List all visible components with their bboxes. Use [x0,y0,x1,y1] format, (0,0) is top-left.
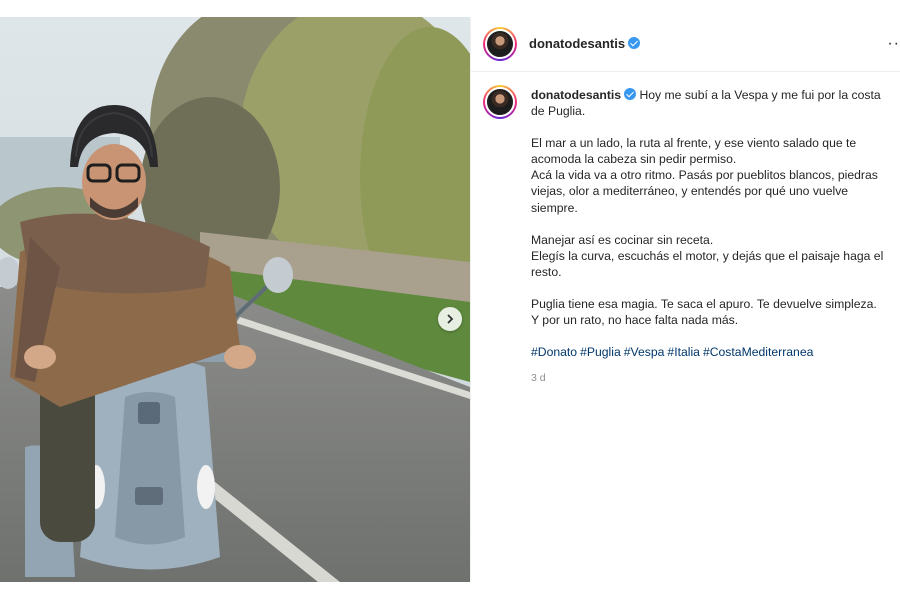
chevron-right-icon [447,314,454,324]
post-details-panel: donatodesantis ·· donatodesantis Hoy me … [471,17,900,582]
header-username-row: donatodesantis [529,36,641,51]
hashtag-link[interactable]: #Italia [667,345,700,359]
hashtag-link[interactable]: #Puglia [580,345,621,359]
caption-username[interactable]: donatodesantis [531,88,621,102]
next-photo-button[interactable] [438,307,462,331]
post-caption: donatodesantis Hoy me subí a la Vespa y … [531,87,889,386]
header-username[interactable]: donatodesantis [529,36,625,51]
verified-badge-icon [628,37,641,49]
caption-paragraph: Manejar así es cocinar sin receta. Elegí… [531,232,884,279]
caption-avatar[interactable] [483,85,517,119]
post-timestamp[interactable]: 3 d [531,370,889,386]
hashtag-link[interactable]: #CostaMediterranea [703,345,813,359]
hashtag-link[interactable]: #Vespa [624,345,665,359]
hashtag-link[interactable]: #Donato [531,345,577,359]
post-header: donatodesantis ·· [471,17,900,72]
caption-avatar-image [485,87,515,117]
more-horizontal-icon[interactable]: ·· [887,35,900,53]
caption-paragraph: Puglia tiene esa magia. Te saca el apuro… [531,296,877,328]
scooter-photo-illustration [0,17,470,582]
hashtags-row: #Donato #Puglia #Vespa #Italia #CostaMediter… [531,344,889,360]
caption-verified-badge-icon [624,88,637,100]
caption-paragraph: El mar a un lado, la ruta al frente, y e… [531,136,878,215]
avatar-image [485,29,515,59]
caption-first-paragraph: donatodesantis Hoy me subí a la Vespa y … [531,87,889,119]
post-photo[interactable] [0,17,470,582]
avatar[interactable] [483,27,517,61]
